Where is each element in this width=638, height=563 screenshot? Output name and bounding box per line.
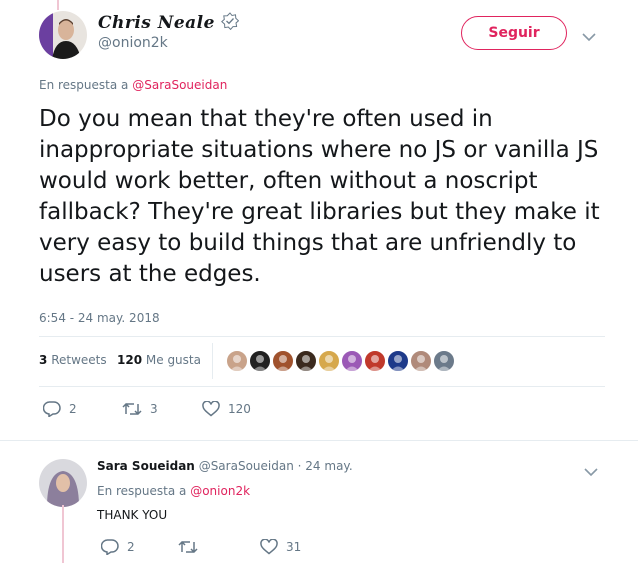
liker-avatar[interactable] <box>295 350 317 372</box>
like-icon <box>260 539 278 555</box>
reply-reply-count: 2 <box>127 540 135 554</box>
reply-header: Sara Soueidan @SaraSoueidan · 24 may. <box>97 459 353 473</box>
stats-divider <box>212 343 213 379</box>
reply-icon <box>43 401 61 417</box>
reply-reply-to-link[interactable]: @onion2k <box>190 484 250 498</box>
like-button[interactable]: 120 <box>202 401 251 417</box>
tweet-text: Do you mean that they're often used in i… <box>39 106 600 287</box>
reply-author-name[interactable]: Sara Soueidan <box>97 459 195 473</box>
tweet-menu-button[interactable] <box>582 27 598 42</box>
section-divider <box>0 440 638 441</box>
reply-reply-button[interactable]: 2 <box>101 539 135 555</box>
reply-retweet-button[interactable] <box>178 539 198 555</box>
chevron-down-icon <box>584 468 598 477</box>
retweet-button[interactable]: 3 <box>122 401 158 417</box>
reply-to-link[interactable]: @SaraSoueidan <box>132 78 227 92</box>
thread-line-top <box>57 0 59 10</box>
reply-date[interactable]: 24 may. <box>305 459 352 473</box>
reply-count: 2 <box>69 402 77 416</box>
reply-text: THANK YOU <box>97 508 168 522</box>
likes-stat[interactable]: 120 Me gusta <box>117 353 201 367</box>
retweet-count: 3 <box>150 402 158 416</box>
author-avatar[interactable] <box>39 11 87 59</box>
reply-reply-context: En respuesta a @onion2k <box>97 484 250 498</box>
chevron-down-icon <box>582 33 596 42</box>
retweets-stat[interactable]: 3 Retweets <box>39 353 107 367</box>
author-handle[interactable]: @onion2k <box>98 35 168 51</box>
retweets-label: Retweets <box>51 353 107 367</box>
reply-author-handle[interactable]: @SaraSoueidan <box>199 459 294 473</box>
retweets-count: 3 <box>39 353 48 367</box>
reply-author-avatar[interactable] <box>39 459 87 507</box>
liker-avatar[interactable] <box>249 350 271 372</box>
liker-avatar[interactable] <box>272 350 294 372</box>
like-count: 120 <box>228 402 251 416</box>
reply-button[interactable]: 2 <box>43 401 77 417</box>
author-avatar-image <box>39 11 87 59</box>
reply-menu-button[interactable] <box>584 462 600 477</box>
thread-line-bottom <box>62 505 64 563</box>
liker-avatar[interactable] <box>433 350 455 372</box>
like-icon <box>202 401 220 417</box>
retweet-icon <box>122 402 142 416</box>
author-name[interactable]: Chris Neale <box>98 13 215 33</box>
likes-count: 120 <box>117 353 143 367</box>
liker-avatar[interactable] <box>318 350 340 372</box>
liker-avatar[interactable] <box>341 350 363 372</box>
tweet-timestamp[interactable]: 6:54 - 24 may. 2018 <box>39 311 160 325</box>
liker-avatar[interactable] <box>364 350 386 372</box>
verified-badge-icon <box>220 12 240 34</box>
reply-context: En respuesta a @SaraSoueidan <box>39 78 227 92</box>
liker-avatar[interactable] <box>387 350 409 372</box>
reply-icon <box>101 539 119 555</box>
likes-label: Me gusta <box>145 353 201 367</box>
reply-author-avatar-image <box>39 459 87 507</box>
reply-like-button[interactable]: 31 <box>260 539 301 555</box>
divider <box>39 336 605 337</box>
reply-reply-prefix: En respuesta a <box>97 484 187 498</box>
liker-avatar[interactable] <box>226 350 248 372</box>
reply-prefix: En respuesta a <box>39 78 129 92</box>
follow-button[interactable]: Seguir <box>461 16 567 50</box>
reply-like-count: 31 <box>286 540 302 554</box>
reply-separator: · <box>297 459 302 473</box>
divider <box>39 386 605 387</box>
retweet-icon <box>178 540 198 554</box>
liker-avatar[interactable] <box>410 350 432 372</box>
